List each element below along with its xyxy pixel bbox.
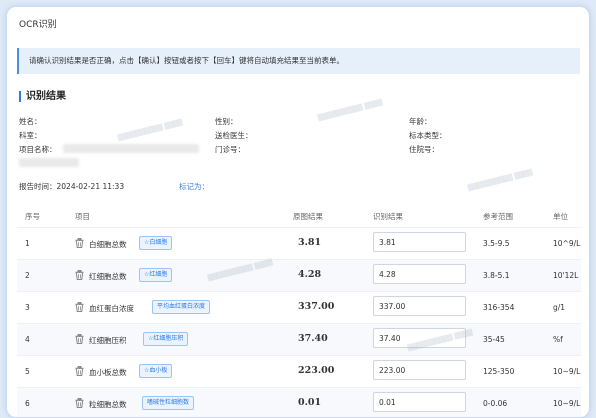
trash-icon[interactable] [75,334,84,344]
unit: 10~9/L [553,367,581,376]
unit: 10~9/L [553,399,581,408]
dialog-title: OCR识别 [19,20,57,30]
trash-icon[interactable] [75,270,84,280]
original-result: 4.28 [298,269,322,280]
col-no: 序号 [25,212,40,221]
specimen-label: 标本类型： [409,131,447,140]
table-row: 3 血红蛋白浓度 平均血红蛋白浓度 337.00 316-354 g/1 [17,291,581,323]
row-number: 3 [25,303,30,312]
trash-icon[interactable] [75,302,84,312]
row-number: 6 [25,399,30,408]
table-row: 5 血小板总数 ☆血小板 223.00 125-350 10~9/L [17,355,581,387]
row-number: 2 [25,271,30,280]
item-mapping-tag[interactable]: 平均血红蛋白浓度 [152,300,211,314]
col-unit: 单位 [553,212,568,221]
item-name: 粒细胞总数 [89,400,127,409]
report-time-value: 2024-02-21 11:33 [56,182,125,191]
reference-range: 35-45 [483,335,505,344]
redacted-item-name [63,144,199,153]
unit: 10'12L [553,271,579,280]
row-number: 5 [25,367,30,376]
table-row: 1 白细胞总数 ☆白细胞 3.81 3.5-9.5 10^9/L [17,227,581,259]
gender-label: 性别： [215,117,238,126]
table-row: 2 红细胞总数 ☆红细胞 4.28 3.8-5.1 10'12L [17,259,581,291]
age-label: 年龄： [409,117,432,126]
trash-icon[interactable] [75,366,84,376]
watermark: ██████████ ████ [117,119,184,142]
item-mapping-tag[interactable]: ☆白细胞 [139,236,173,250]
results-table: 序号 项目 原图结果 识别结果 参考范围 单位 1 白细胞总数 ☆白细胞 3.8… [17,203,581,417]
col-recognized: 识别结果 [373,212,403,221]
table-body: 1 白细胞总数 ☆白细胞 3.81 3.5-9.5 10^9/L 2 红细胞总数… [17,227,581,417]
reference-range: 3.8-5.1 [483,271,510,280]
trash-icon[interactable] [75,398,84,408]
original-result: 0.01 [298,397,322,408]
clinic-no-label: 门诊号： [215,145,245,154]
recognized-result-input[interactable] [373,264,466,284]
item-name: 红细胞压积 [89,336,127,345]
table-row: 4 红细胞压积 ☆红细胞压积 37.40 35-45 %f [17,323,581,355]
marked-as-label[interactable]: 标记为： [179,181,209,192]
unit: %f [553,335,563,344]
original-result: 223.00 [298,365,335,376]
recognized-result-input[interactable] [373,296,466,316]
unit: g/1 [553,303,566,312]
recognized-result-input[interactable] [373,392,466,412]
department-label: 科室： [19,131,42,140]
unit: 10^9/L [553,239,581,248]
reference-range: 0-0.06 [483,399,508,408]
recognized-result-input[interactable] [373,328,466,348]
ocr-dialog: OCR识别 请确认识别结果是否正确，点击【确认】按钮或者按下【回车】键将自动填充… [6,6,590,418]
item-name-label: 项目名称： [19,145,57,154]
col-original: 原图结果 [293,212,323,221]
recognized-result-input[interactable] [373,360,466,380]
row-number: 1 [25,239,30,248]
watermark: ██████████ ████ [317,99,384,122]
reference-range: 316-354 [483,303,515,312]
hint-banner: 请确认识别结果是否正确，点击【确认】按钮或者按下【回车】键将自动填充结果至当前表… [17,48,580,74]
name-label: 姓名： [19,117,42,126]
table-header: 序号 项目 原图结果 识别结果 参考范围 单位 [17,203,581,227]
section-title: 识别结果 [19,91,66,102]
doctor-label: 送检医生： [215,131,253,140]
item-name: 白细胞总数 [89,240,127,249]
inpatient-no-label: 住院号： [409,145,439,154]
report-time: 报告时间：2024-02-21 11:33 [19,181,124,192]
report-time-label: 报告时间： [19,182,57,191]
item-mapping-tag[interactable]: ☆血小板 [139,364,173,378]
trash-icon[interactable] [75,238,84,248]
watermark: ██████████ ████ [467,169,534,192]
table-row: 6 粒细胞总数 嗜碱性粒细胞数 0.01 0-0.06 10~9/L [17,387,581,417]
reference-range: 125-350 [483,367,515,376]
recognized-result-input[interactable] [373,232,466,252]
col-item: 项目 [75,212,90,221]
item-mapping-tag[interactable]: 嗜碱性粒细胞数 [142,396,195,410]
original-result: 37.40 [298,333,328,344]
item-name: 血红蛋白浓度 [89,304,134,313]
original-result: 3.81 [298,237,322,248]
col-range: 参考范围 [483,212,513,221]
item-name: 红细胞总数 [89,272,127,281]
item-name: 血小板总数 [89,368,127,377]
row-number: 4 [25,335,30,344]
reference-range: 3.5-9.5 [483,239,510,248]
item-mapping-tag[interactable]: ☆红细胞压积 [143,332,189,346]
original-result: 337.00 [298,301,335,312]
item-mapping-tag[interactable]: ☆红细胞 [139,268,173,282]
redacted-item-name-cont [19,158,79,167]
